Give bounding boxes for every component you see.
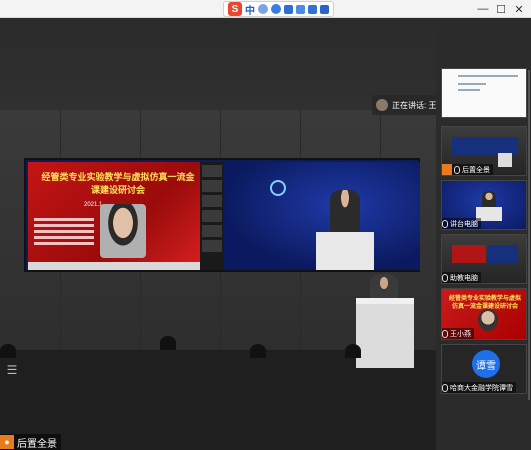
- podium-video: [224, 162, 420, 270]
- minimize-button[interactable]: —: [474, 0, 492, 18]
- thumbnail-podium-pc[interactable]: 讲台电脑: [441, 180, 527, 230]
- thumbnail-rear-panorama[interactable]: 后置全景: [441, 126, 527, 176]
- lectern: [316, 232, 374, 270]
- university-logo-icon: [270, 180, 286, 196]
- ime-language-toggle[interactable]: 中: [245, 2, 255, 17]
- presentation-slide: 经管类专业实验教学与虚拟仿真一流金课建设研讨会 2021.1: [28, 162, 200, 270]
- main-video[interactable]: 经管类专业实验教学与虚拟仿真一流金课建设研讨会 2021.1 ☰ ● 后置全景: [0, 18, 436, 450]
- podium: [356, 298, 414, 368]
- menu-icon[interactable]: ☰: [4, 362, 20, 378]
- led-screen: 经管类专业实验教学与虚拟仿真一流金课建设研讨会 2021.1: [24, 158, 420, 272]
- ceiling: [0, 18, 436, 110]
- thumbnail-label: 王小燕: [442, 328, 474, 339]
- thumbnail-tan-xue[interactable]: 谭雪 哈商大金融学院谭雪: [441, 344, 527, 394]
- user-icon: [442, 164, 452, 175]
- speaker-video: [100, 204, 146, 258]
- microphone-icon: [442, 219, 448, 228]
- presenter: [330, 190, 360, 234]
- audience-head: [160, 336, 176, 350]
- sidebar-scrollbar[interactable]: [528, 70, 530, 400]
- slide-thumbnail-strip: [200, 162, 224, 270]
- skin-icon[interactable]: [308, 4, 317, 14]
- main-video-label: ● 后置全景: [0, 434, 61, 450]
- slide-title: 经管类专业实验教学与虚拟仿真一流金课建设研讨会: [41, 172, 195, 195]
- microphone-icon: [442, 383, 448, 392]
- close-button[interactable]: ✕: [510, 0, 528, 18]
- thumbnail-label: 后置全景: [442, 164, 493, 175]
- punctuation-icon[interactable]: [258, 4, 268, 14]
- thumbnail-wang-xiaoyan[interactable]: 经管类专业实验教学与虚拟仿真一流金课建设研讨会 王小燕: [441, 288, 527, 340]
- microphone-icon: [442, 329, 448, 338]
- thumbnail-label: 讲台电脑: [442, 218, 481, 229]
- microphone-icon: [442, 273, 448, 282]
- sogou-logo-icon[interactable]: S: [228, 2, 242, 16]
- thumbnail-label: 哈商大金融学院谭雪: [442, 382, 516, 393]
- title-bar: S 中 — ☐ ✕: [0, 0, 531, 18]
- thumbnail-label: 助教电脑: [442, 272, 481, 283]
- microphone-icon: [454, 165, 460, 174]
- slide-info-lines: [34, 218, 104, 256]
- keyboard-icon[interactable]: [296, 4, 305, 14]
- camera-name: 后置全景: [17, 438, 57, 450]
- thumbnail-assistant-pc[interactable]: 助教电脑: [441, 234, 527, 284]
- microphone-icon[interactable]: [284, 4, 293, 14]
- audience-head: [345, 344, 361, 358]
- maximize-button[interactable]: ☐: [492, 0, 510, 18]
- speaker-avatar: [376, 99, 388, 111]
- audience-head: [0, 344, 16, 358]
- emoji-icon[interactable]: [271, 4, 281, 14]
- ime-toolbar[interactable]: S 中: [223, 1, 334, 17]
- toolbox-icon[interactable]: [320, 4, 329, 14]
- avatar: 谭雪: [472, 350, 500, 378]
- user-icon: ●: [0, 435, 14, 449]
- audience-head: [250, 344, 266, 358]
- slide-taskbar: [28, 262, 200, 270]
- thumbnail-document[interactable]: [441, 68, 527, 118]
